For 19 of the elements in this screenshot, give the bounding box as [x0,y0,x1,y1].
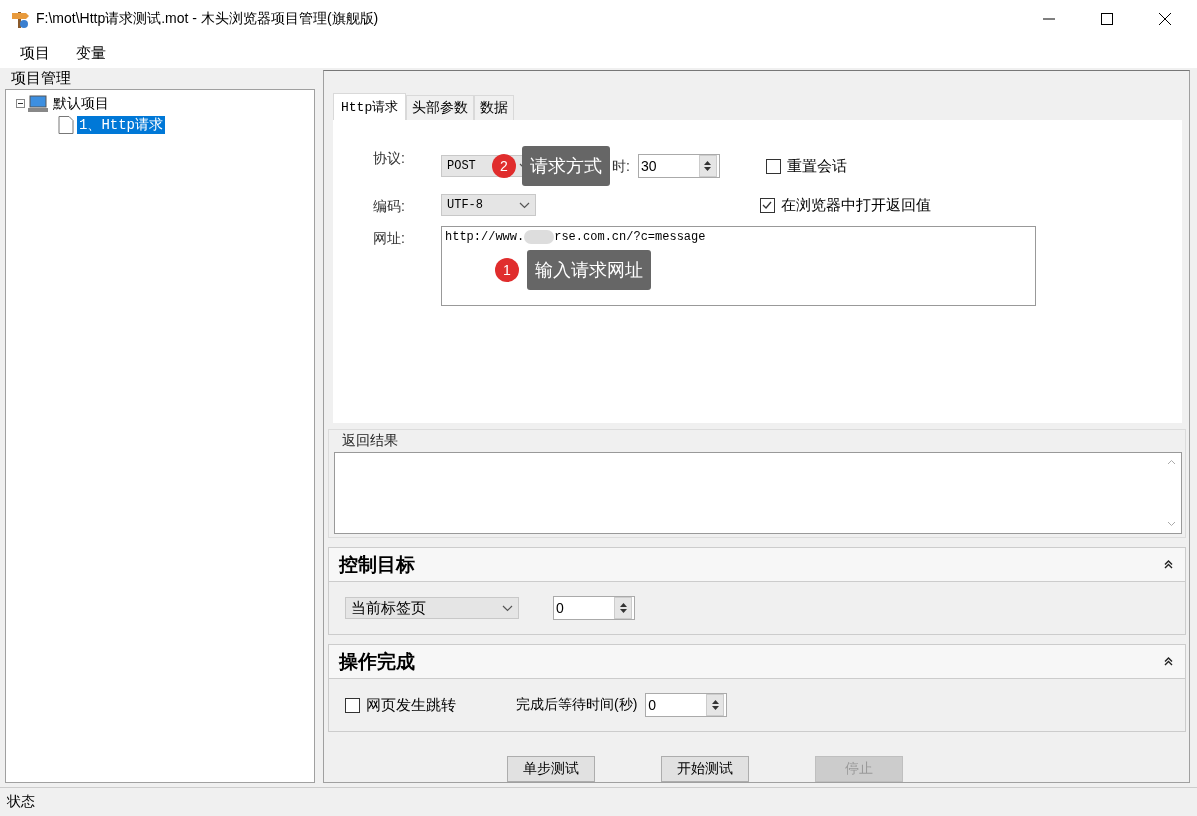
checkbox-label: 网页发生跳转 [366,695,456,715]
field-label: 协议: [373,149,406,168]
checkbox-label: 在浏览器中打开返回值 [781,195,931,215]
section-title: 控制目标 [339,552,415,577]
group-title: 返回结果 [341,431,399,450]
tooltip: 输入请求网址 [527,250,651,290]
field-label: 完成后等待时间(秒) [516,696,638,714]
window-title: F:\mot\Http请求测试.mot - 木头浏览器项目管理(旗舰版) [36,10,379,28]
status-text: 状态 [7,793,35,811]
checkbox-label: 重置会话 [786,156,847,176]
url-text: rse.com.cn/?c=message [554,230,706,244]
url-text: http://www. [445,230,525,244]
field-label: 时: [612,157,630,176]
section-title: 操作完成 [339,649,415,674]
tooltip: 请求方式 [522,146,610,186]
step-badge: 1 [495,258,519,282]
field-label: 网址: [373,229,406,248]
field-label: 编码: [373,197,406,216]
panel-title: 项目管理 [10,68,72,88]
